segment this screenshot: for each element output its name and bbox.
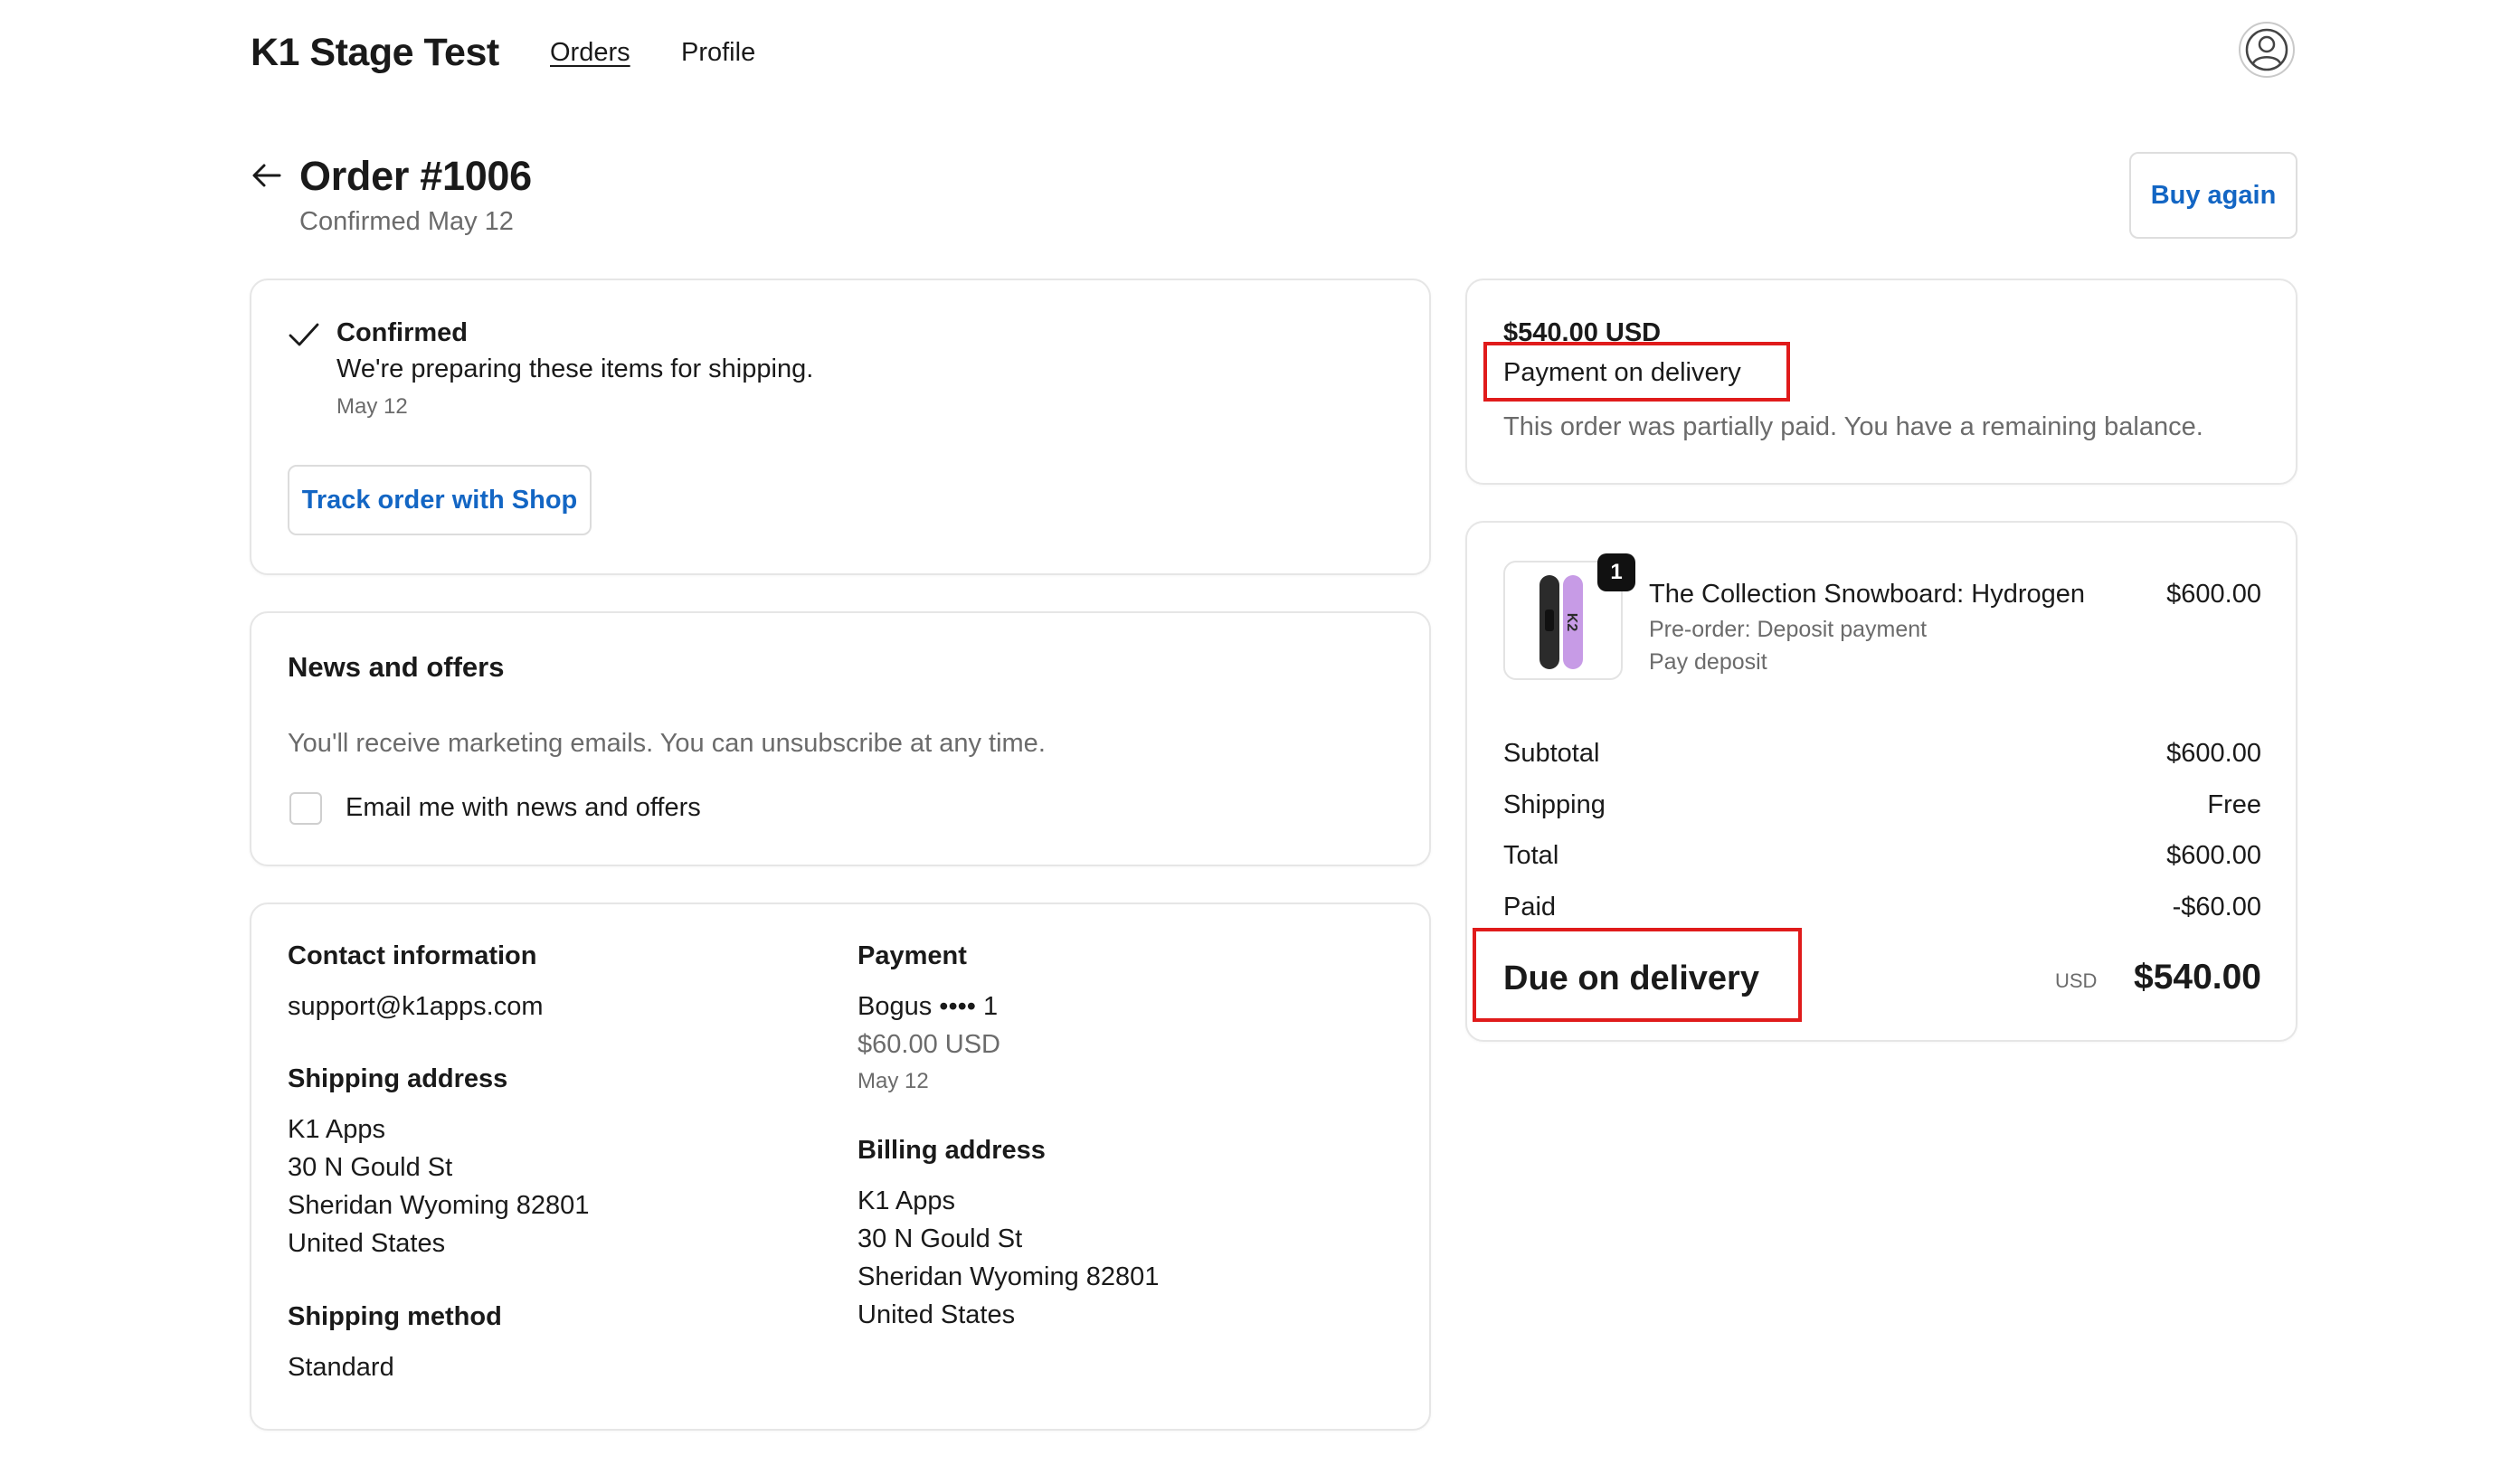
shipping-address-line: K1 Apps: [288, 1115, 386, 1144]
nav-orders-link[interactable]: Orders: [550, 34, 630, 71]
product-deposit-label: Pay deposit: [1649, 649, 1767, 675]
checkmark-icon: [289, 323, 319, 346]
billing-address-line: Sheridan Wyoming 82801: [857, 1262, 1160, 1291]
shipping-value: Free: [2207, 790, 2261, 819]
shipping-address-line: Sheridan Wyoming 82801: [288, 1191, 590, 1220]
payment-date: May 12: [857, 1069, 929, 1093]
track-order-button[interactable]: Track order with Shop: [288, 465, 592, 535]
product-preorder-label: Pre-order: Deposit payment: [1649, 617, 1928, 642]
billing-address-heading: Billing address: [857, 1136, 1046, 1165]
highlight-box-payment-method: [1483, 342, 1790, 402]
status-title: Confirmed: [336, 318, 468, 347]
shipping-label: Shipping: [1503, 790, 1606, 819]
highlight-box-due-on-delivery: [1473, 928, 1802, 1022]
status-message: We're preparing these items for shipping…: [336, 354, 814, 383]
email-offers-checkbox[interactable]: [289, 792, 322, 825]
total-label: Total: [1503, 841, 1559, 870]
quantity-badge: 1: [1597, 553, 1635, 591]
product-name: The Collection Snowboard: Hydrogen: [1649, 580, 2085, 609]
subtotal-value: $600.00: [2166, 739, 2261, 768]
shipping-address-line: 30 N Gould St: [288, 1153, 453, 1182]
billing-address-line: 30 N Gould St: [857, 1224, 1023, 1253]
paid-value: -$60.00: [2172, 893, 2261, 922]
subtotal-label: Subtotal: [1503, 739, 1600, 768]
billing-address-line: K1 Apps: [857, 1186, 956, 1215]
account-avatar-button[interactable]: [2239, 22, 2295, 78]
partial-payment-note: This order was partially paid. You have …: [1503, 412, 2203, 441]
payment-amount: $60.00 USD: [857, 1030, 1000, 1059]
shipping-address-heading: Shipping address: [288, 1064, 508, 1093]
product-price: $600.00: [2166, 580, 2261, 609]
shipping-method-heading: Shipping method: [288, 1302, 502, 1331]
shop-name[interactable]: K1 Stage Test: [251, 27, 499, 78]
back-arrow-icon[interactable]: [249, 157, 285, 194]
due-amount: $540.00: [2134, 958, 2261, 997]
news-description: You'll receive marketing emails. You can…: [288, 729, 1046, 758]
order-title: Order #1006: [299, 153, 532, 199]
email-offers-label[interactable]: Email me with news and offers: [346, 789, 701, 826]
nav-profile-link[interactable]: Profile: [681, 34, 755, 71]
contact-email: support@k1apps.com: [288, 992, 544, 1021]
billing-address-line: United States: [857, 1300, 1016, 1329]
shipping-address-line: United States: [288, 1229, 446, 1258]
status-date: May 12: [336, 394, 408, 419]
total-value: $600.00: [2166, 841, 2261, 870]
payment-heading: Payment: [857, 941, 967, 970]
svg-text:K2: K2: [1564, 613, 1579, 632]
paid-label: Paid: [1503, 893, 1557, 922]
shipping-method: Standard: [288, 1353, 394, 1382]
news-title: News and offers: [288, 651, 505, 683]
user-circle-icon: [2245, 28, 2288, 71]
payment-method: Bogus •••• 1: [857, 992, 999, 1021]
buy-again-button[interactable]: Buy again: [2129, 152, 2297, 239]
order-confirmed-date: Confirmed May 12: [299, 207, 514, 236]
contact-heading: Contact information: [288, 941, 537, 970]
